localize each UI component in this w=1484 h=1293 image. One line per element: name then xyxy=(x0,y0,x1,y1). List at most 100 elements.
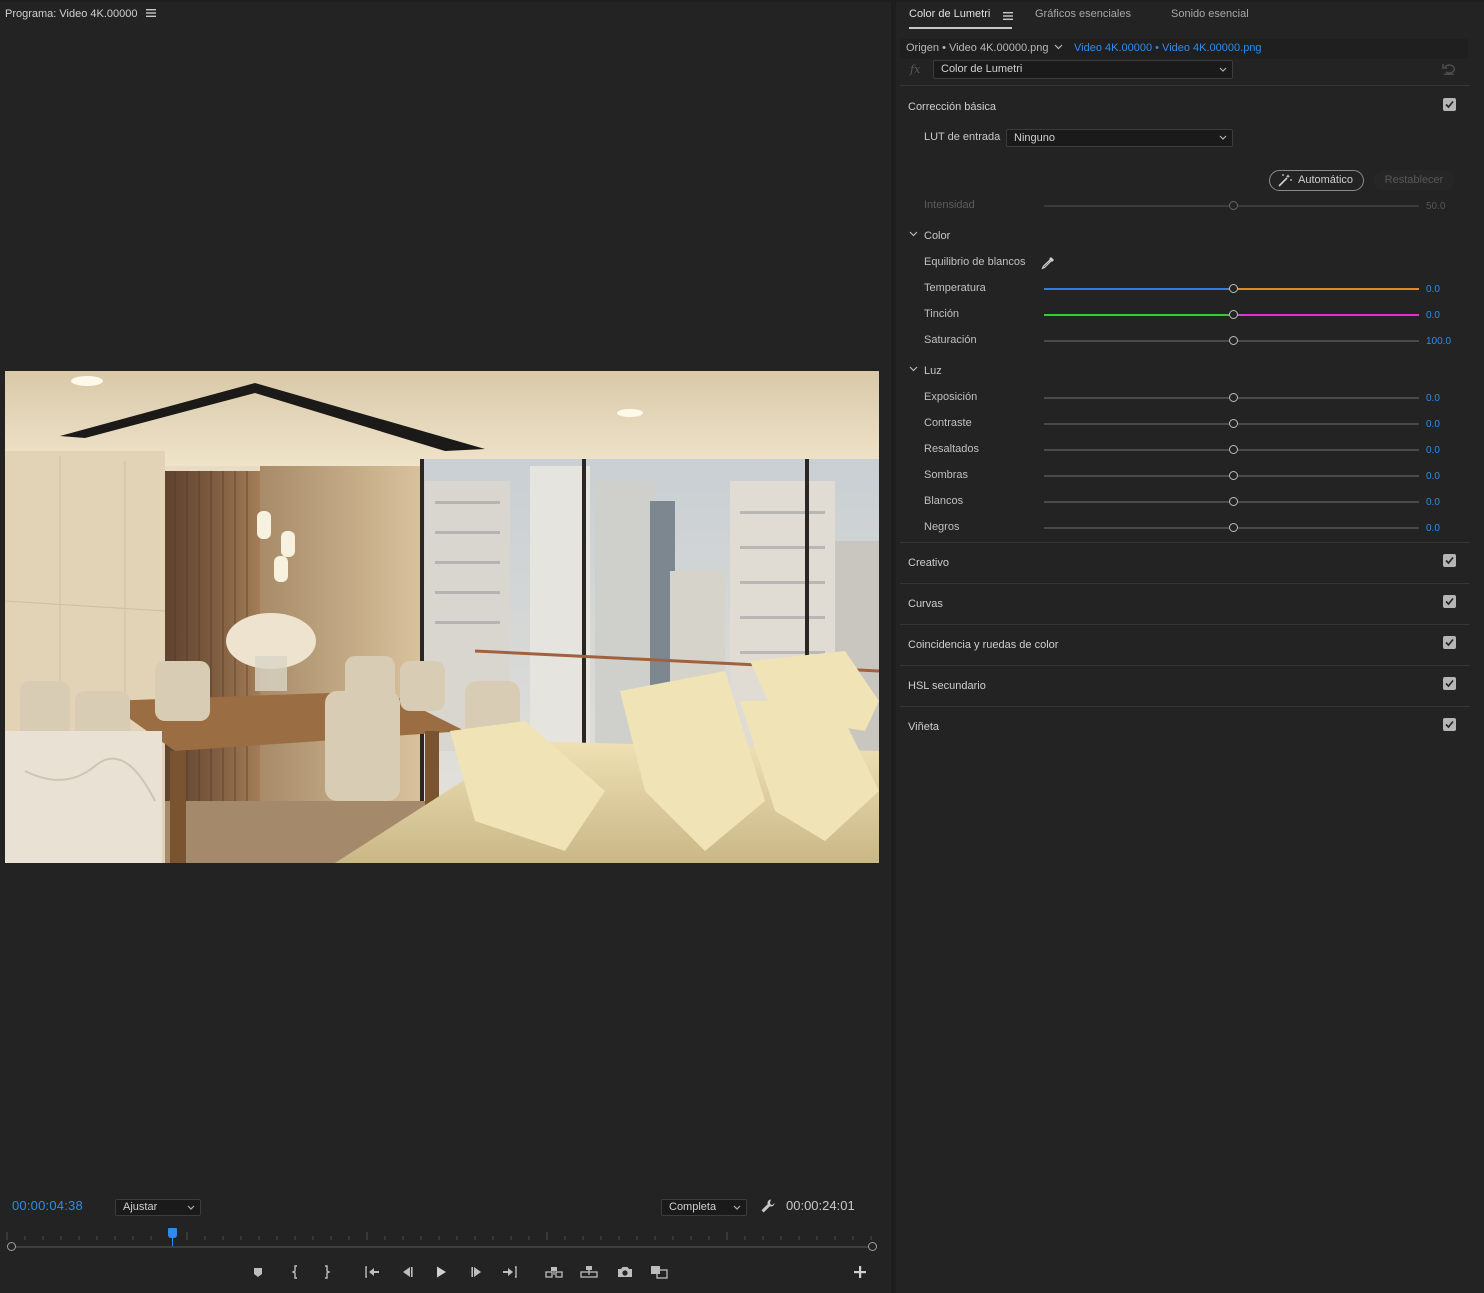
blacks-value[interactable]: 0.0 xyxy=(1426,523,1440,534)
step-back-icon[interactable] xyxy=(397,1263,417,1281)
chevron-down-icon[interactable] xyxy=(1054,41,1063,56)
creative-enable-checkbox[interactable] xyxy=(1443,554,1456,567)
temperature-value[interactable]: 0.0 xyxy=(1426,284,1440,295)
mark-in-icon[interactable] xyxy=(285,1263,305,1281)
play-icon[interactable] xyxy=(431,1263,451,1281)
reset-button[interactable]: Restablecer xyxy=(1374,170,1454,191)
tab-essential-sound[interactable]: Sonido esencial xyxy=(1171,8,1249,20)
insert-icon[interactable] xyxy=(544,1263,564,1281)
tab-lumetri-color[interactable]: Color de Lumetri xyxy=(909,8,990,20)
contrast-slider-handle[interactable] xyxy=(1229,419,1238,428)
intensity-slider-handle[interactable] xyxy=(1229,201,1238,210)
overwrite-icon[interactable] xyxy=(579,1263,599,1281)
mark-out-icon[interactable] xyxy=(317,1263,337,1281)
highlights-label: Resaltados xyxy=(924,443,980,455)
section-color-match-wheels[interactable]: Coincidencia y ruedas de color xyxy=(908,639,1058,651)
whites-slider-handle[interactable] xyxy=(1229,497,1238,506)
input-lut-select[interactable]: Ninguno xyxy=(1006,129,1233,147)
panel-menu-icon[interactable] xyxy=(1003,10,1013,24)
tint-label: Tinción xyxy=(924,308,960,320)
divider xyxy=(900,706,1470,707)
input-lut-value: Ninguno xyxy=(1014,132,1055,144)
step-forward-icon[interactable] xyxy=(467,1263,487,1281)
export-frame-icon[interactable] xyxy=(615,1263,635,1281)
go-to-out-icon[interactable] xyxy=(500,1263,520,1281)
go-to-in-icon[interactable] xyxy=(362,1263,382,1281)
marker-icon[interactable] xyxy=(248,1263,268,1281)
saturation-slider-handle[interactable] xyxy=(1229,336,1238,345)
divider xyxy=(900,583,1470,584)
fx-toggle-icon[interactable]: fx xyxy=(910,63,920,76)
zoom-level-select[interactable]: Ajustar xyxy=(115,1199,201,1216)
section-curves[interactable]: Curvas xyxy=(908,598,943,610)
zoom-level-value: Ajustar xyxy=(123,1201,158,1213)
curves-enable-checkbox[interactable] xyxy=(1443,595,1456,608)
light-group-title[interactable]: Luz xyxy=(924,365,942,377)
divider xyxy=(900,85,1470,86)
tint-value[interactable]: 0.0 xyxy=(1426,310,1440,321)
exposure-value[interactable]: 0.0 xyxy=(1426,393,1440,404)
time-ruler[interactable] xyxy=(5,1226,879,1240)
color-group-title[interactable]: Color xyxy=(924,230,950,242)
sequence-clip-link[interactable]: Video 4K.00000 • Video 4K.00000.png xyxy=(1074,42,1262,54)
reset-effect-icon[interactable] xyxy=(1442,62,1456,76)
input-lut-label: LUT de entrada xyxy=(924,131,1001,143)
saturation-value[interactable]: 100.0 xyxy=(1426,336,1451,347)
blacks-slider-handle[interactable] xyxy=(1229,523,1238,532)
chevron-down-icon[interactable] xyxy=(909,229,918,242)
temperature-slider-handle[interactable] xyxy=(1229,284,1238,293)
chevron-down-icon[interactable] xyxy=(909,364,918,377)
shadows-value[interactable]: 0.0 xyxy=(1426,471,1440,482)
chevron-down-icon xyxy=(1219,62,1227,83)
source-master-clip[interactable]: Origen • Video 4K.00000.png xyxy=(906,42,1048,54)
divider xyxy=(900,542,1470,543)
playhead-marker[interactable] xyxy=(168,1228,177,1238)
tint-slider-handle[interactable] xyxy=(1229,310,1238,319)
tab-essential-graphics[interactable]: Gráficos esenciales xyxy=(1035,8,1131,20)
highlights-slider-handle[interactable] xyxy=(1229,445,1238,454)
comparison-view-icon[interactable] xyxy=(649,1263,669,1281)
intensity-value[interactable]: 50.0 xyxy=(1426,201,1445,212)
magic-wand-icon xyxy=(1277,173,1293,190)
exposure-slider-handle[interactable] xyxy=(1229,393,1238,402)
chevron-down-icon xyxy=(733,1200,741,1220)
playback-resolution-select[interactable]: Completa xyxy=(661,1199,747,1216)
program-monitor-title: Programa: Video 4K.00000 xyxy=(5,8,138,20)
color-wheels-enable-checkbox[interactable] xyxy=(1443,636,1456,649)
effect-instance-value: Color de Lumetri xyxy=(941,63,1023,75)
zoom-scroll-bar[interactable] xyxy=(12,1246,872,1248)
duration-timecode: 00:00:24:01 xyxy=(786,1198,855,1213)
section-hsl-secondary[interactable]: HSL secundario xyxy=(908,680,986,692)
playback-resolution-value: Completa xyxy=(669,1201,717,1213)
auto-button-label: Automático xyxy=(1298,174,1354,186)
hamburger-menu-icon[interactable] xyxy=(146,7,156,21)
shadows-slider-handle[interactable] xyxy=(1229,471,1238,480)
white-balance-label: Equilibrio de blancos xyxy=(924,256,1026,268)
divider xyxy=(900,624,1470,625)
divider xyxy=(900,665,1470,666)
hsl-secondary-enable-checkbox[interactable] xyxy=(1443,677,1456,690)
saturation-label: Saturación xyxy=(924,334,977,346)
chevron-down-icon xyxy=(1219,130,1227,150)
highlights-value[interactable]: 0.0 xyxy=(1426,445,1440,456)
section-vignette[interactable]: Viñeta xyxy=(908,721,939,733)
whites-value[interactable]: 0.0 xyxy=(1426,497,1440,508)
shadows-label: Sombras xyxy=(924,469,969,481)
contrast-label: Contraste xyxy=(924,417,972,429)
zoom-scroll-start-handle[interactable] xyxy=(7,1242,16,1251)
chevron-down-icon xyxy=(187,1200,195,1220)
active-tab-indicator xyxy=(909,27,1012,29)
vignette-enable-checkbox[interactable] xyxy=(1443,718,1456,731)
section-creative[interactable]: Creativo xyxy=(908,557,949,569)
contrast-value[interactable]: 0.0 xyxy=(1426,419,1440,430)
section-basic-correction[interactable]: Corrección básica xyxy=(908,101,996,113)
zoom-scroll-end-handle[interactable] xyxy=(868,1242,877,1251)
basic-correction-enable-checkbox[interactable] xyxy=(1443,98,1456,111)
video-preview[interactable] xyxy=(5,371,879,863)
add-button-icon[interactable] xyxy=(850,1263,870,1281)
temperature-label: Temperatura xyxy=(924,282,986,294)
wrench-settings-icon[interactable] xyxy=(760,1198,776,1214)
eyedropper-icon[interactable] xyxy=(1040,255,1056,271)
effect-instance-select[interactable]: Color de Lumetri xyxy=(933,60,1233,79)
current-timecode[interactable]: 00:00:04:38 xyxy=(12,1198,83,1213)
